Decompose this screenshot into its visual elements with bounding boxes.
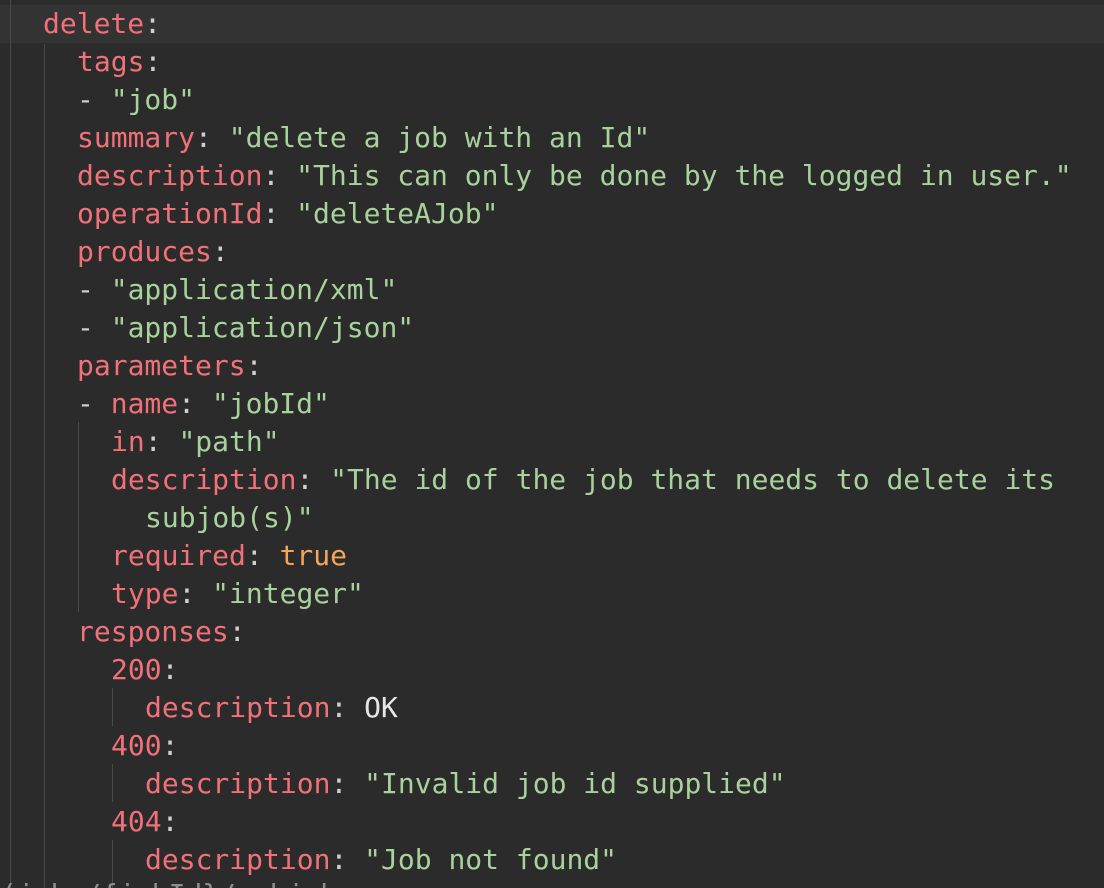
indent-guide xyxy=(44,44,45,888)
code-line-tags: tags: xyxy=(77,45,162,78)
code-line-param-description-wrap: subjob(s)" xyxy=(145,501,314,534)
code-line-response-400-description: description: "Invalid job id supplied" xyxy=(145,767,786,800)
code-line-produces: produces: xyxy=(77,235,229,268)
current-line-highlight xyxy=(0,5,1104,43)
indent-guide xyxy=(112,688,113,726)
indent-guide xyxy=(10,0,11,888)
code-line-partial-top: : xyxy=(300,0,317,5)
code-line-produces-xml: - "application/xml" xyxy=(77,273,398,306)
code-line-responses: responses: xyxy=(77,615,246,648)
code-editor[interactable]: : delete: tags: - "job" summary: "delete… xyxy=(0,0,1104,888)
code-line-tag-item: - "job" xyxy=(77,83,196,116)
code-line-response-404-description: description: "Job not found" xyxy=(145,843,618,876)
code-line-param-description: description: "The id of the job that nee… xyxy=(111,463,1056,496)
code-line-response-404: 404: xyxy=(111,805,179,838)
code-line-param-type: type: "integer" xyxy=(111,577,364,610)
code-line-partial-bottom: (jobs/{jobId}/subjobs xyxy=(0,876,354,888)
code-line-operation-id: operationId: "deleteAJob" xyxy=(77,197,499,230)
code-line-produces-json: - "application/json" xyxy=(77,311,415,344)
indent-guide xyxy=(112,764,113,802)
code-line-param-in: in: "path" xyxy=(111,425,280,458)
code-line-summary: summary: "delete a job with an Id" xyxy=(77,121,651,154)
code-line-param-required: required: true xyxy=(111,539,348,572)
code-line-response-200-description: description: OK xyxy=(145,691,398,724)
code-line-response-400: 400: xyxy=(111,729,179,762)
code-line-response-200: 200: xyxy=(111,653,179,686)
code-line-parameters: parameters: xyxy=(77,349,263,382)
code-line-description: description: "This can only be done by t… xyxy=(77,159,1072,192)
code-line-param-name: - name: "jobId" xyxy=(77,387,330,420)
indent-guide xyxy=(78,422,79,612)
code-line-delete: delete: xyxy=(43,7,162,40)
